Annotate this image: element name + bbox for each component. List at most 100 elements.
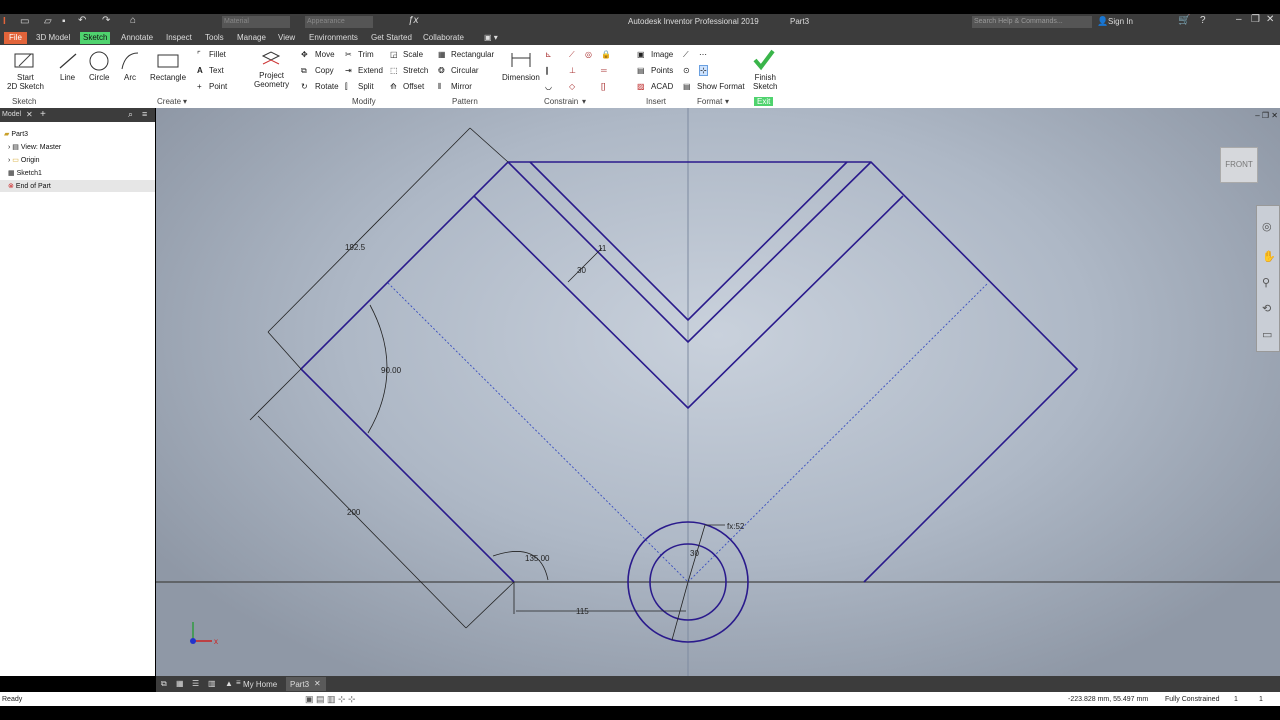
finish-sketch-button[interactable]: Finish Sketch xyxy=(753,73,777,91)
center-point-icon[interactable]: ⊙ xyxy=(683,66,690,75)
start-sketch-button[interactable]: Start 2D Sketch xyxy=(7,73,44,91)
undo-icon[interactable]: ↶ xyxy=(78,15,86,26)
redo-icon[interactable]: ↷ xyxy=(102,15,110,26)
trim-button[interactable]: Trim xyxy=(358,50,374,59)
dimension-135-00[interactable]: 135.00 xyxy=(525,554,550,563)
point-button[interactable]: Point xyxy=(209,82,227,91)
browser-item-part3[interactable]: ▰ Part3 xyxy=(4,130,28,138)
cascade-icon[interactable]: ⧉ xyxy=(161,679,167,689)
extend-button[interactable]: Extend xyxy=(358,66,383,75)
tab-get-started[interactable]: Get Started xyxy=(371,33,412,42)
tab-tools[interactable]: Tools xyxy=(205,33,224,42)
project-geometry-button[interactable]: Project Geometry xyxy=(254,71,289,89)
home-icon[interactable]: ⌂ xyxy=(130,15,136,26)
browser-tab-model[interactable]: Model xyxy=(2,111,21,118)
tab-collaborate[interactable]: Collaborate xyxy=(423,33,464,42)
viewport-window-controls-icon[interactable]: – ❐ ✕ xyxy=(1255,111,1278,120)
appearance-select[interactable]: Appearance xyxy=(305,16,373,28)
material-select[interactable]: Material xyxy=(222,16,290,28)
tangent-icon[interactable]: ◡ xyxy=(545,82,552,91)
browser-item-sketch1[interactable]: ▦ Sketch1 xyxy=(8,169,42,177)
text-button[interactable]: Text xyxy=(209,66,224,75)
rectangular-pattern-button[interactable]: Rectangular xyxy=(451,50,494,59)
move-button[interactable]: Move xyxy=(315,50,335,59)
menu-icon[interactable]: ≡ xyxy=(236,678,241,687)
dimension-11[interactable]: 11 xyxy=(598,244,607,253)
tab-annotate[interactable]: Annotate xyxy=(121,33,153,42)
tab-my-home[interactable]: My Home xyxy=(243,680,277,689)
equal-icon[interactable]: ═ xyxy=(601,66,607,75)
close-icon[interactable]: ✕ xyxy=(314,679,321,688)
viewcube[interactable]: FRONT xyxy=(1220,147,1258,183)
constrain-expand-icon[interactable]: ▾ xyxy=(582,97,586,106)
browser-item-end-of-part[interactable]: ⊗ End of Part xyxy=(8,182,51,190)
fillet-button[interactable]: Fillet xyxy=(209,50,226,59)
maximize-icon[interactable]: ❐ xyxy=(1251,14,1260,25)
menu-icon[interactable]: ≡ xyxy=(142,109,147,119)
inventor-logo-icon[interactable]: I xyxy=(3,16,6,27)
pan-icon[interactable]: ✋ xyxy=(1262,250,1276,263)
rectangle-button[interactable]: Rectangle xyxy=(150,73,186,82)
browser-item-origin[interactable]: › ▭ Origin xyxy=(8,156,40,164)
save-icon[interactable]: ▪ xyxy=(62,16,66,27)
dimension-90-00[interactable]: 90.00 xyxy=(381,366,402,375)
tile-horizontal-icon[interactable]: ☰ xyxy=(192,679,199,688)
zoom-icon[interactable]: ⚲ xyxy=(1262,276,1270,289)
status-tool-icons[interactable]: ▣ ▤ ▥ ⊹ ⊹ xyxy=(305,694,356,705)
split-button[interactable]: Split xyxy=(358,82,374,91)
dimension-30-circle[interactable]: 30 xyxy=(690,549,699,558)
close-tab-icon[interactable]: ✕ xyxy=(26,110,33,119)
symmetric-icon[interactable]: [] xyxy=(601,82,605,91)
concentric-icon[interactable]: ◎ xyxy=(585,50,592,59)
expand-icon[interactable]: › xyxy=(8,157,10,164)
format-expand-icon[interactable]: ▾ xyxy=(725,97,729,106)
search-input[interactable]: Search Help & Commands... xyxy=(972,16,1092,28)
tab-part3[interactable]: Part3 ✕ xyxy=(286,677,326,691)
steering-wheel-icon[interactable]: ◎ xyxy=(1262,220,1272,233)
mirror-button[interactable]: Mirror xyxy=(451,82,472,91)
dimension-200[interactable]: 200 xyxy=(347,508,361,517)
dimension-115[interactable]: 115 xyxy=(576,607,589,616)
offset-button[interactable]: Offset xyxy=(403,82,424,91)
tile-vertical-icon[interactable]: ▥ xyxy=(208,679,216,688)
orbit-icon[interactable]: ⟲ xyxy=(1262,302,1271,315)
sketch-drawing[interactable]: 192.5 90.00 30 11 200 135.00 115 fx:52 3… xyxy=(156,108,1280,676)
new-icon[interactable]: ▭ xyxy=(20,16,29,27)
cart-icon[interactable]: 🛒 xyxy=(1178,15,1190,26)
add-tab-icon[interactable]: + xyxy=(40,109,46,120)
fix-icon[interactable]: 🔒 xyxy=(601,50,611,59)
scale-button[interactable]: Scale xyxy=(403,50,423,59)
coincident-icon[interactable]: ⊾ xyxy=(545,50,552,59)
smooth-icon[interactable]: ◇ xyxy=(569,82,575,91)
arrange-icon[interactable]: ▲ xyxy=(225,679,233,688)
stretch-button[interactable]: Stretch xyxy=(403,66,428,75)
tab-3d-model[interactable]: 3D Model xyxy=(36,33,70,42)
create-expand-icon[interactable]: ▾ xyxy=(183,97,187,106)
collinear-icon[interactable]: ⟋ xyxy=(569,50,575,60)
browser-item-view-master[interactable]: › ▤ View: Master xyxy=(8,143,61,151)
centerline-icon[interactable]: ⋯ xyxy=(699,50,707,59)
open-icon[interactable]: ▱ xyxy=(44,16,52,27)
dimension-button[interactable]: Dimension xyxy=(502,73,540,82)
perpendicular-icon[interactable]: ⊥ xyxy=(569,66,576,75)
view-face-icon[interactable]: ▭ xyxy=(1262,328,1272,341)
tab-manage[interactable]: Manage xyxy=(237,33,266,42)
copy-button[interactable]: Copy xyxy=(315,66,334,75)
driven-dimension-icon[interactable]: ⊹ xyxy=(699,65,708,76)
tab-view[interactable]: View xyxy=(278,33,295,42)
arc-button[interactable]: Arc xyxy=(124,73,136,82)
tile-icon[interactable]: ▦ xyxy=(176,679,184,688)
tab-environments[interactable]: Environments xyxy=(309,33,358,42)
line-button[interactable]: Line xyxy=(60,73,75,82)
help-icon[interactable]: ? xyxy=(1200,15,1206,26)
circle-button[interactable]: Circle xyxy=(89,73,109,82)
search-icon[interactable]: ⌕ xyxy=(128,109,133,120)
minimize-icon[interactable]: – xyxy=(1236,14,1242,25)
close-icon[interactable]: ✕ xyxy=(1266,14,1274,25)
rotate-button[interactable]: Rotate xyxy=(315,82,339,91)
expand-icon[interactable]: › xyxy=(8,144,10,151)
tab-file[interactable]: File xyxy=(4,32,27,44)
tab-sketch[interactable]: Sketch xyxy=(80,32,111,44)
dimension-192-5[interactable]: 192.5 xyxy=(345,243,366,252)
fx-icon[interactable]: ƒx xyxy=(408,15,419,26)
